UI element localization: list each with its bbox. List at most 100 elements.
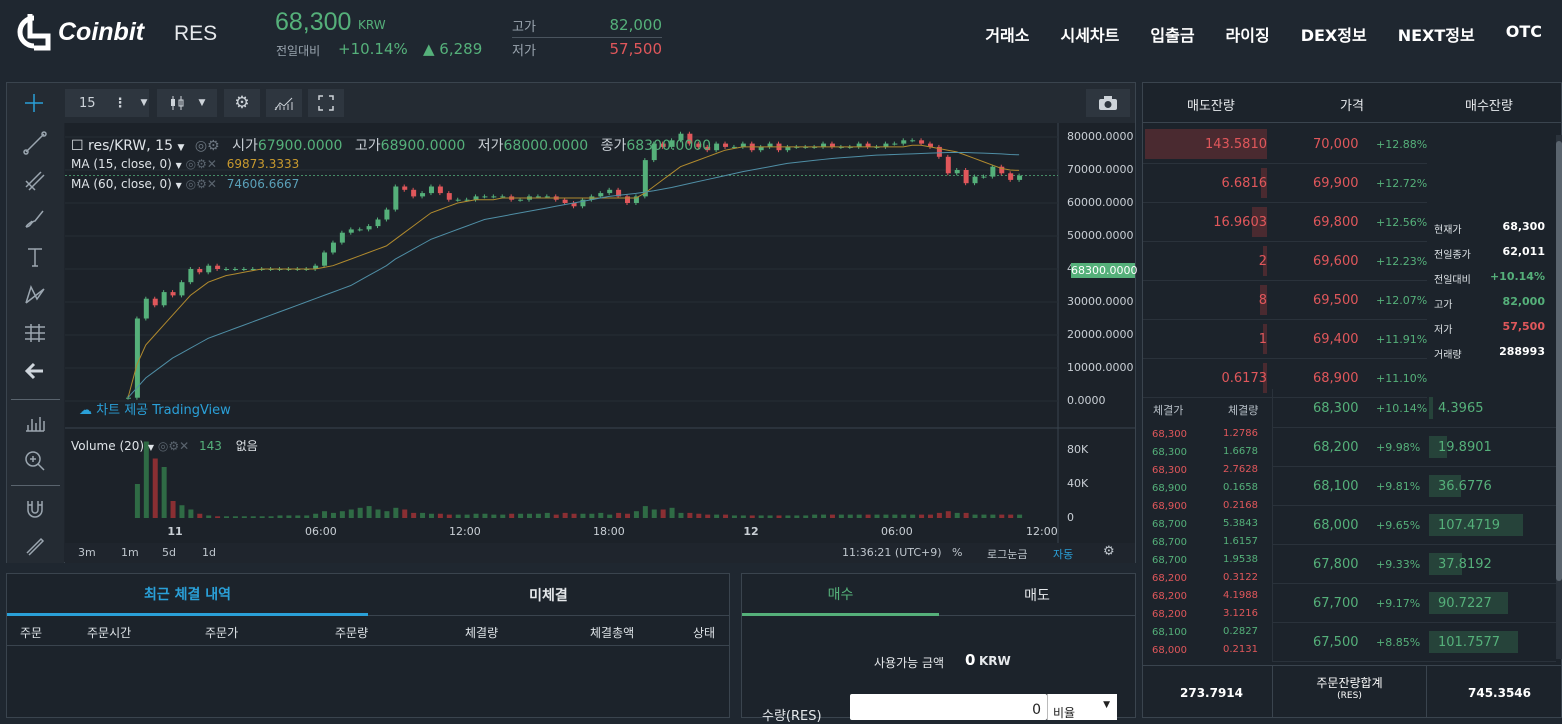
candle-body	[625, 196, 631, 203]
chevron-down-icon: ▼	[198, 98, 206, 108]
pattern-icon[interactable]	[21, 283, 49, 307]
volume-bar	[856, 514, 862, 518]
bid-price: 68,100	[1313, 479, 1359, 494]
ask-qty: 2	[1258, 254, 1267, 269]
zoom-icon[interactable]	[21, 449, 49, 473]
tab-recent-trades[interactable]: 최근 체결 내역	[7, 574, 368, 616]
chart-plot[interactable]: ☐ res/KRW, 15 ▼ ◎⚙ 시가67900.0000 고가68900.…	[65, 123, 1138, 543]
trade-price: 68,900	[1152, 483, 1187, 494]
indicators-button[interactable]	[266, 89, 302, 117]
bid-row[interactable]: 67,700 +9.17% 90.7227	[1272, 584, 1556, 623]
log-toggle[interactable]: 로그눈금	[987, 546, 1027, 562]
candle-type-button[interactable]: ▼	[157, 89, 217, 117]
back-arrow-icon[interactable]	[21, 359, 49, 383]
qty-input[interactable]: 0	[850, 694, 1047, 720]
trend-line-icon[interactable]	[21, 131, 49, 155]
eye-icon[interactable]: ◎	[195, 138, 207, 154]
bid-row[interactable]: 68,200 +9.98% 19.8901	[1272, 428, 1556, 467]
coinbit-logo-icon	[17, 14, 51, 51]
candle-body	[411, 189, 417, 197]
bid-price: 68,200	[1313, 440, 1359, 455]
crosshair-icon[interactable]	[17, 89, 51, 117]
nav-otc[interactable]: OTC	[1506, 22, 1542, 46]
nav-next[interactable]: NEXT정보	[1398, 22, 1475, 46]
nav-dex[interactable]: DEX정보	[1301, 22, 1367, 46]
logo[interactable]: Coinbit	[12, 12, 144, 52]
nav-deposit[interactable]: 입출금	[1150, 22, 1194, 46]
ask-row[interactable]: 6.6816 69,900 +12.72%	[1143, 164, 1427, 203]
ask-row[interactable]: 1 69,400 +11.91%	[1143, 320, 1427, 359]
volume-bar	[553, 514, 559, 518]
settings-button[interactable]: ⚙	[224, 89, 260, 117]
bid-row[interactable]: 67,500 +8.85% 101.7577	[1272, 623, 1556, 662]
candle-body	[143, 298, 149, 319]
text-tool-icon[interactable]	[21, 245, 49, 269]
last-price-tag: 68300.0000	[1071, 263, 1138, 278]
chevron-down-icon[interactable]: ▼	[176, 161, 182, 170]
checkbox-icon[interactable]: ☐	[71, 138, 84, 154]
ask-price: 69,800	[1313, 215, 1359, 230]
ma15-label: MA (15, close, 0)	[71, 157, 172, 171]
bid-change: +9.81%	[1376, 480, 1421, 493]
ask-price: 69,500	[1313, 293, 1359, 308]
interval-select[interactable]: 15 ⋮ ▼	[65, 89, 149, 117]
volume-bar	[723, 514, 729, 518]
info-label: 현재가	[1434, 225, 1462, 236]
ask-row[interactable]: 143.5810 70,000 +12.88%	[1143, 125, 1427, 164]
candle-body	[375, 219, 381, 227]
bid-qty: 37.8192	[1438, 557, 1492, 572]
nav-exchange[interactable]: 거래소	[985, 22, 1029, 46]
ratio-select[interactable]: 비율 ▼	[1047, 694, 1117, 720]
nav-rising[interactable]: 라이징	[1226, 22, 1270, 46]
scrollbar[interactable]	[1556, 135, 1562, 659]
pitchfork-icon[interactable]	[21, 169, 49, 193]
range-1m[interactable]: 1m	[121, 546, 139, 559]
gear-icon[interactable]: ⚙	[207, 138, 220, 154]
chevron-down-icon[interactable]: ▼	[176, 181, 182, 190]
percent-toggle[interactable]: %	[952, 546, 962, 559]
volume-tick-label: 80K	[1067, 443, 1089, 456]
info-label: 전일대비	[1434, 275, 1471, 286]
bid-row[interactable]: 68,100 +9.81% 36.6776	[1272, 467, 1556, 506]
drawing-tools	[7, 123, 64, 563]
info-value: 57,500	[1502, 320, 1545, 333]
bid-row[interactable]: 67,800 +9.33% 37.8192	[1272, 545, 1556, 584]
orderbook-total: 273.7914 주문잔량합계 (RES) 745.3546	[1143, 665, 1561, 718]
volume-controls-icon[interactable]: ◎⚙✕	[158, 439, 189, 453]
bid-qty: 107.4719	[1438, 518, 1501, 533]
tab-sell[interactable]: 매도	[939, 574, 1135, 616]
candle-body	[482, 196, 488, 198]
candle-body	[607, 189, 613, 194]
tab-open-orders[interactable]: 미체결	[368, 574, 729, 616]
ask-row[interactable]: 16.9603 69,800 +12.56%	[1143, 203, 1427, 242]
volume-bar	[322, 511, 328, 518]
bid-row[interactable]: 68,000 +9.65% 107.4719	[1272, 506, 1556, 545]
bid-row[interactable]: 68,300 +10.14% 4.3965	[1272, 389, 1556, 428]
ask-price: 68,900	[1313, 371, 1359, 386]
screenshot-button[interactable]	[1086, 89, 1130, 117]
chevron-down-icon[interactable]: ▼	[177, 143, 184, 153]
ruler-icon[interactable]	[21, 411, 49, 435]
range-5d[interactable]: 5d	[162, 546, 176, 559]
ask-row[interactable]: 8 69,500 +12.07%	[1143, 281, 1427, 320]
lock-pen-icon[interactable]	[21, 533, 49, 557]
ma-controls-icon[interactable]: ◎⚙✕	[186, 177, 217, 191]
gear-icon[interactable]: ⚙	[1103, 544, 1115, 559]
ma-controls-icon[interactable]: ◎⚙✕	[186, 157, 217, 171]
scrollbar-thumb[interactable]	[1556, 141, 1562, 581]
auto-toggle[interactable]: 자동	[1053, 546, 1073, 562]
ma60-value: 74606.6667	[226, 177, 300, 191]
nav-chart[interactable]: 시세차트	[1060, 22, 1119, 46]
brush-icon[interactable]	[21, 207, 49, 231]
x-tick-label: 06:00	[881, 525, 913, 538]
ask-row[interactable]: 2 69,600 +12.23%	[1143, 242, 1427, 281]
range-3m[interactable]: 3m	[78, 546, 96, 559]
tab-buy[interactable]: 매수	[742, 574, 939, 616]
measure-icon[interactable]	[21, 321, 49, 345]
range-1d[interactable]: 1d	[202, 546, 216, 559]
magnet-icon[interactable]	[21, 497, 49, 521]
volume-bar	[607, 514, 613, 518]
chevron-down-icon[interactable]: ▼	[148, 443, 154, 452]
fullscreen-button[interactable]	[308, 89, 344, 117]
legend-ma60: MA (60, close, 0) ▼ ◎⚙✕ 74606.6667	[71, 177, 299, 191]
